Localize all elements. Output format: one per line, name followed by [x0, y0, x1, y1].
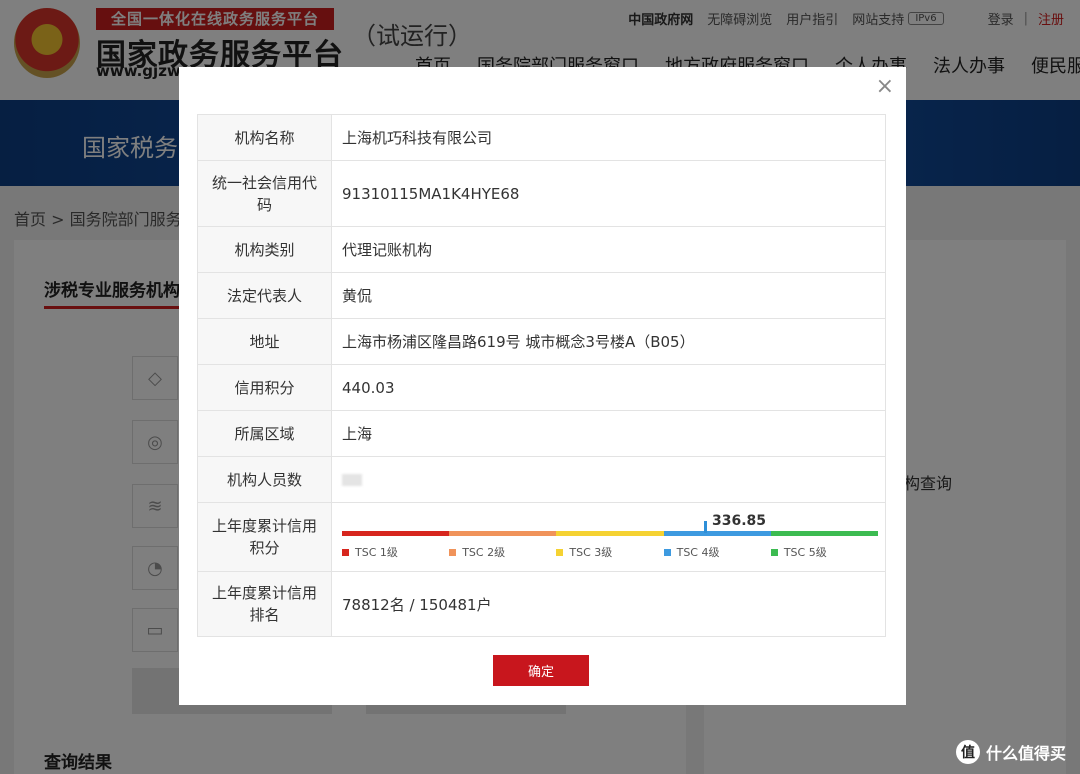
- row-value: 代理记账机构: [342, 241, 433, 259]
- row-label: 上年度累计信用积分: [198, 503, 332, 571]
- level-segment-3: [556, 531, 664, 536]
- watermark: 值 什么值得买: [955, 740, 1066, 764]
- page: 全国一体化在线政务服务平台 国家政务服务平台 www.gjzw （试运行） 中国…: [0, 0, 1080, 774]
- row-label: 法定代表人: [198, 273, 332, 318]
- row-label: 机构人员数: [198, 457, 332, 502]
- level-segment-2: [449, 531, 557, 536]
- legend-swatch: [342, 548, 349, 556]
- legend-item-2: TSC 2级: [449, 544, 556, 560]
- row-value: 上海市杨浦区隆昌路619号 城市概念3号楼A（B05）: [342, 333, 695, 351]
- row-label: 所属区域: [198, 411, 332, 456]
- level-segment-4: [663, 531, 771, 536]
- row-value: 上海机巧科技有限公司: [342, 129, 493, 147]
- legend-swatch: [449, 548, 457, 556]
- level-segment-5: [770, 531, 879, 536]
- row-value: 91310115MA1K4HYE68: [342, 184, 520, 203]
- watermark-logo-icon: 值: [955, 740, 980, 764]
- legend-item-1: TSC 1级: [342, 544, 449, 560]
- legend-label: TSC 5级: [783, 546, 827, 559]
- legend-item-4: TSC 4级: [663, 544, 771, 560]
- legend-swatch: [663, 548, 671, 556]
- table-row: 信用积分 440.03: [198, 365, 885, 411]
- row-value: [332, 457, 885, 502]
- table-row: 法定代表人 黄侃: [198, 273, 885, 319]
- credit-level-chart: 336.85 TSC 1级 TSC 2级 TSC 3级 TSC 4级 TSC 5级: [342, 503, 885, 571]
- table-row: 机构人员数: [198, 457, 885, 503]
- institution-detail-modal: × 机构名称 上海机巧科技有限公司 统一社会信用代码 91310115MA1K4…: [179, 67, 906, 705]
- row-value: 黄侃: [342, 287, 373, 305]
- legend-item-5: TSC 5级: [770, 544, 878, 560]
- row-label: 机构类别: [198, 227, 332, 272]
- score-value: 336.85: [712, 513, 767, 529]
- table-row: 上年度累计信用积分 336.85 TSC 1级 TSC 2级 TSC 3级 TSC 4…: [198, 503, 885, 572]
- legend-label: TSC 3级: [569, 546, 613, 559]
- confirm-button[interactable]: 确定: [493, 655, 589, 686]
- legend-item-3: TSC 3级: [556, 544, 663, 560]
- table-row: 机构名称 上海机巧科技有限公司: [198, 115, 885, 161]
- table-row: 统一社会信用代码 91310115MA1K4HYE68: [198, 161, 885, 227]
- chart-legend: TSC 1级 TSC 2级 TSC 3级 TSC 4级 TSC 5级: [342, 544, 878, 560]
- redacted-value: [342, 473, 362, 486]
- credit-level-bar: [342, 531, 879, 536]
- row-value: 336.85 TSC 1级 TSC 2级 TSC 3级 TSC 4级 TSC 5级: [332, 503, 885, 571]
- table-row: 机构类别 代理记账机构: [198, 227, 885, 273]
- row-label: 信用积分: [198, 365, 332, 410]
- row-value: 440.03: [342, 378, 395, 397]
- table-row: 所属区域 上海: [198, 411, 885, 457]
- level-segment-1: [342, 531, 450, 536]
- legend-label: TSC 1级: [355, 546, 398, 559]
- detail-table: 机构名称 上海机巧科技有限公司 统一社会信用代码 91310115MA1K4HY…: [197, 114, 886, 637]
- table-row: 上年度累计信用排名 78812名 / 150481户: [198, 572, 885, 636]
- close-icon[interactable]: ×: [876, 75, 894, 99]
- row-label: 统一社会信用代码: [198, 161, 332, 226]
- watermark-text: 什么值得买: [985, 744, 1066, 763]
- score-marker: [704, 521, 707, 533]
- row-label: 上年度累计信用排名: [198, 572, 332, 636]
- row-label: 机构名称: [198, 115, 332, 160]
- legend-label: TSC 2级: [462, 546, 506, 559]
- legend-swatch: [556, 548, 564, 556]
- row-value: 上海: [342, 425, 373, 443]
- table-row: 地址 上海市杨浦区隆昌路619号 城市概念3号楼A（B05）: [198, 319, 885, 365]
- row-value: 78812名 / 150481户: [342, 595, 492, 614]
- legend-swatch: [770, 548, 778, 556]
- row-label: 地址: [198, 319, 332, 364]
- legend-label: TSC 4级: [676, 546, 720, 559]
